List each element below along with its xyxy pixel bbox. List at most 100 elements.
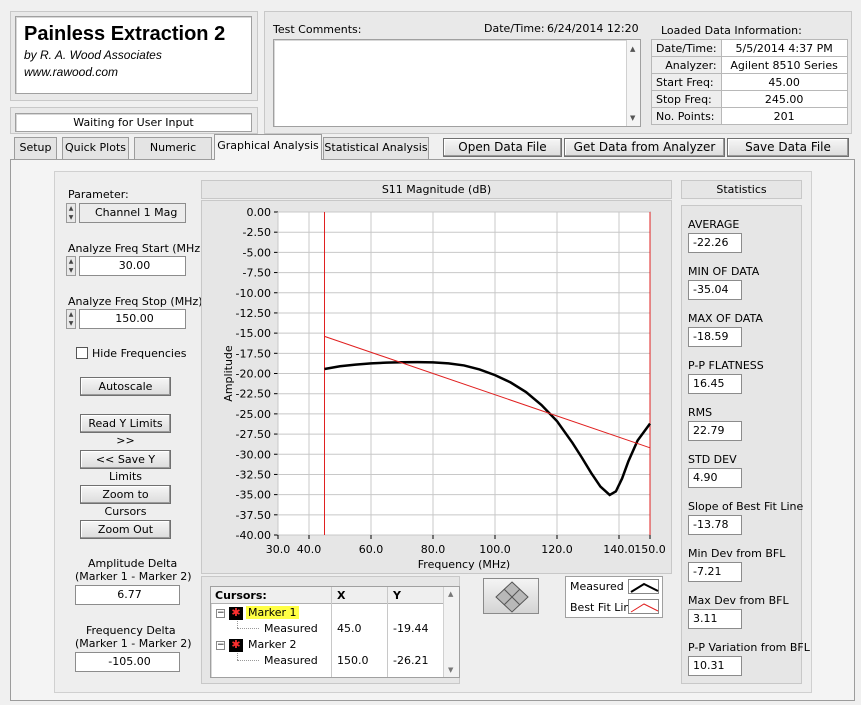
statistics-title: Statistics <box>681 180 802 199</box>
legend-measured-swatch <box>628 579 659 594</box>
stat-label: Min Dev from BFL <box>688 547 786 560</box>
marker-2-cursor-icon: ✱ <box>229 639 243 652</box>
stat-value: -35.04 <box>688 280 742 300</box>
cursor-table[interactable]: Cursors: X Y ▲ ▼ − ✱ Marker 1 Measured 4… <box>210 586 460 678</box>
cursor-scrollbar[interactable]: ▲ ▼ <box>443 587 459 677</box>
hide-frequencies-label: Hide Frequencies <box>92 347 187 360</box>
x-tick-label: 60.0 <box>359 543 384 556</box>
x-tick-label: 40.0 <box>297 543 322 556</box>
stat-value: -7.21 <box>688 562 742 582</box>
cursor-col-divider <box>387 587 388 677</box>
parameter-select[interactable]: Channel 1 Mag <box>79 203 186 223</box>
marker-2-trace: Measured <box>264 654 318 667</box>
stat-label: Max Dev from BFL <box>688 594 789 607</box>
hide-frequencies-checkbox[interactable] <box>76 347 88 359</box>
content: Parameter: ▲ ▼ Channel 1 Mag Analyze Freq… <box>0 0 861 705</box>
parameter-label: Parameter: <box>68 188 129 201</box>
x-tick-label: 140.0 <box>603 543 635 556</box>
y-tick-label: -27.50 <box>236 428 271 441</box>
marker-1-label[interactable]: Marker 1 <box>246 606 299 619</box>
tree-line <box>237 621 238 628</box>
y-tick-label: -37.50 <box>236 509 271 522</box>
x-axis-label: Frequency (MHz) <box>418 558 510 571</box>
zoom-to-cursors-button[interactable]: Zoom to Cursors <box>80 485 171 518</box>
collapse-icon[interactable]: − <box>216 641 225 650</box>
tree-line <box>237 660 259 661</box>
stat-label: Slope of Best Fit Line <box>688 500 804 513</box>
stat-label: P-P Variation from BFL <box>688 641 810 654</box>
legend-bestfit-swatch <box>628 599 659 614</box>
start-freq-input[interactable]: 30.00 <box>79 256 186 276</box>
stat-value: 4.90 <box>688 468 742 488</box>
x-tick-label: 80.0 <box>421 543 446 556</box>
collapse-icon[interactable]: − <box>216 609 225 618</box>
tree-line <box>237 628 259 629</box>
stat-value: 22.79 <box>688 421 742 441</box>
marker-1-cursor-icon: ✱ <box>229 607 243 620</box>
amplitude-delta-sublabel: (Marker 1 - Marker 2) <box>75 570 192 583</box>
y-tick-label: -25.00 <box>236 408 271 421</box>
y-tick-label: -7.50 <box>243 267 271 280</box>
frequency-delta-value: -105.00 <box>75 652 180 672</box>
marker-1-x: 45.0 <box>337 622 362 635</box>
stop-freq-spinner[interactable]: ▲ ▼ <box>66 309 76 329</box>
stat-value: 3.11 <box>688 609 742 629</box>
stat-label: RMS <box>688 406 713 419</box>
start-freq-label: Analyze Freq Start (MHz) <box>68 242 205 255</box>
marker-2-label[interactable]: Marker 2 <box>246 638 299 651</box>
scroll-down-icon[interactable]: ▼ <box>448 666 453 674</box>
s11-chart[interactable]: 0.00 -2.50 -5.00 -7.50 -10.00 -12.50 -15.00 -17… <box>201 200 672 574</box>
cursor-header-x: X <box>337 589 346 602</box>
stat-label: AVERAGE <box>688 218 740 231</box>
tree-line <box>237 653 238 660</box>
frequency-delta-label: Frequency Delta <box>86 624 176 637</box>
marker-2-x: 150.0 <box>337 654 369 667</box>
chart-title: S11 Magnitude (dB) <box>201 180 672 199</box>
stat-value: 16.45 <box>688 374 742 394</box>
read-y-limits-button[interactable]: Read Y Limits >> <box>80 414 171 447</box>
y-tick-label: -10.00 <box>236 287 271 300</box>
y-tick-label: -30.00 <box>236 448 271 461</box>
marker-2-y: -26.21 <box>393 654 429 667</box>
y-tick-label: 0.00 <box>247 206 272 219</box>
autoscale-button[interactable]: Autoscale <box>80 377 171 396</box>
stat-value: -22.26 <box>688 233 742 253</box>
legend-measured-label: Measured <box>570 580 624 593</box>
y-tick-label: -35.00 <box>236 489 271 502</box>
frequency-delta-sublabel: (Marker 1 - Marker 2) <box>75 637 192 650</box>
y-tick-label: -2.50 <box>243 226 271 239</box>
x-tick-label: 30.0 <box>266 543 291 556</box>
y-tick-label: -12.50 <box>236 307 271 320</box>
parameter-spinner[interactable]: ▲ ▼ <box>66 203 76 223</box>
stat-label: MIN OF DATA <box>688 265 760 278</box>
cursor-mover[interactable] <box>483 578 539 614</box>
y-tick-label: -32.50 <box>236 468 271 481</box>
y-tick-label: -15.00 <box>236 327 271 340</box>
stop-freq-label: Analyze Freq Stop (MHz) <box>68 295 203 308</box>
stat-label: P-P FLATNESS <box>688 359 764 372</box>
y-tick-label: -22.50 <box>236 388 271 401</box>
cursor-col-divider <box>331 587 332 677</box>
y-tick-label: -40.00 <box>236 529 271 542</box>
y-tick-label: -20.00 <box>236 368 271 381</box>
stat-label: STD DEV <box>688 453 737 466</box>
stop-freq-input[interactable]: 150.00 <box>79 309 186 329</box>
stat-value: -13.78 <box>688 515 742 535</box>
marker-1-trace: Measured <box>264 622 318 635</box>
marker-1-y: -19.44 <box>393 622 429 635</box>
cursor-header-name: Cursors: <box>215 589 267 602</box>
zoom-out-button[interactable]: Zoom Out <box>80 520 171 539</box>
cursor-header-y: Y <box>393 589 401 602</box>
y-tick-label: -5.00 <box>243 246 271 259</box>
stat-value: 10.31 <box>688 656 742 676</box>
tab-graphical-analysis[interactable]: Graphical Analysis <box>214 134 322 160</box>
cursor-mover-diamond-icon <box>495 581 529 613</box>
x-tick-label: 100.0 <box>479 543 511 556</box>
scroll-up-icon[interactable]: ▲ <box>448 590 453 598</box>
x-tick-label: 150.0 <box>634 543 666 556</box>
stat-label: MAX OF DATA <box>688 312 763 325</box>
amplitude-delta-value: 6.77 <box>75 585 180 605</box>
amplitude-delta-label: Amplitude Delta <box>88 557 178 570</box>
save-y-limits-button[interactable]: << Save Y Limits <box>80 450 171 483</box>
start-freq-spinner[interactable]: ▲ ▼ <box>66 256 76 276</box>
